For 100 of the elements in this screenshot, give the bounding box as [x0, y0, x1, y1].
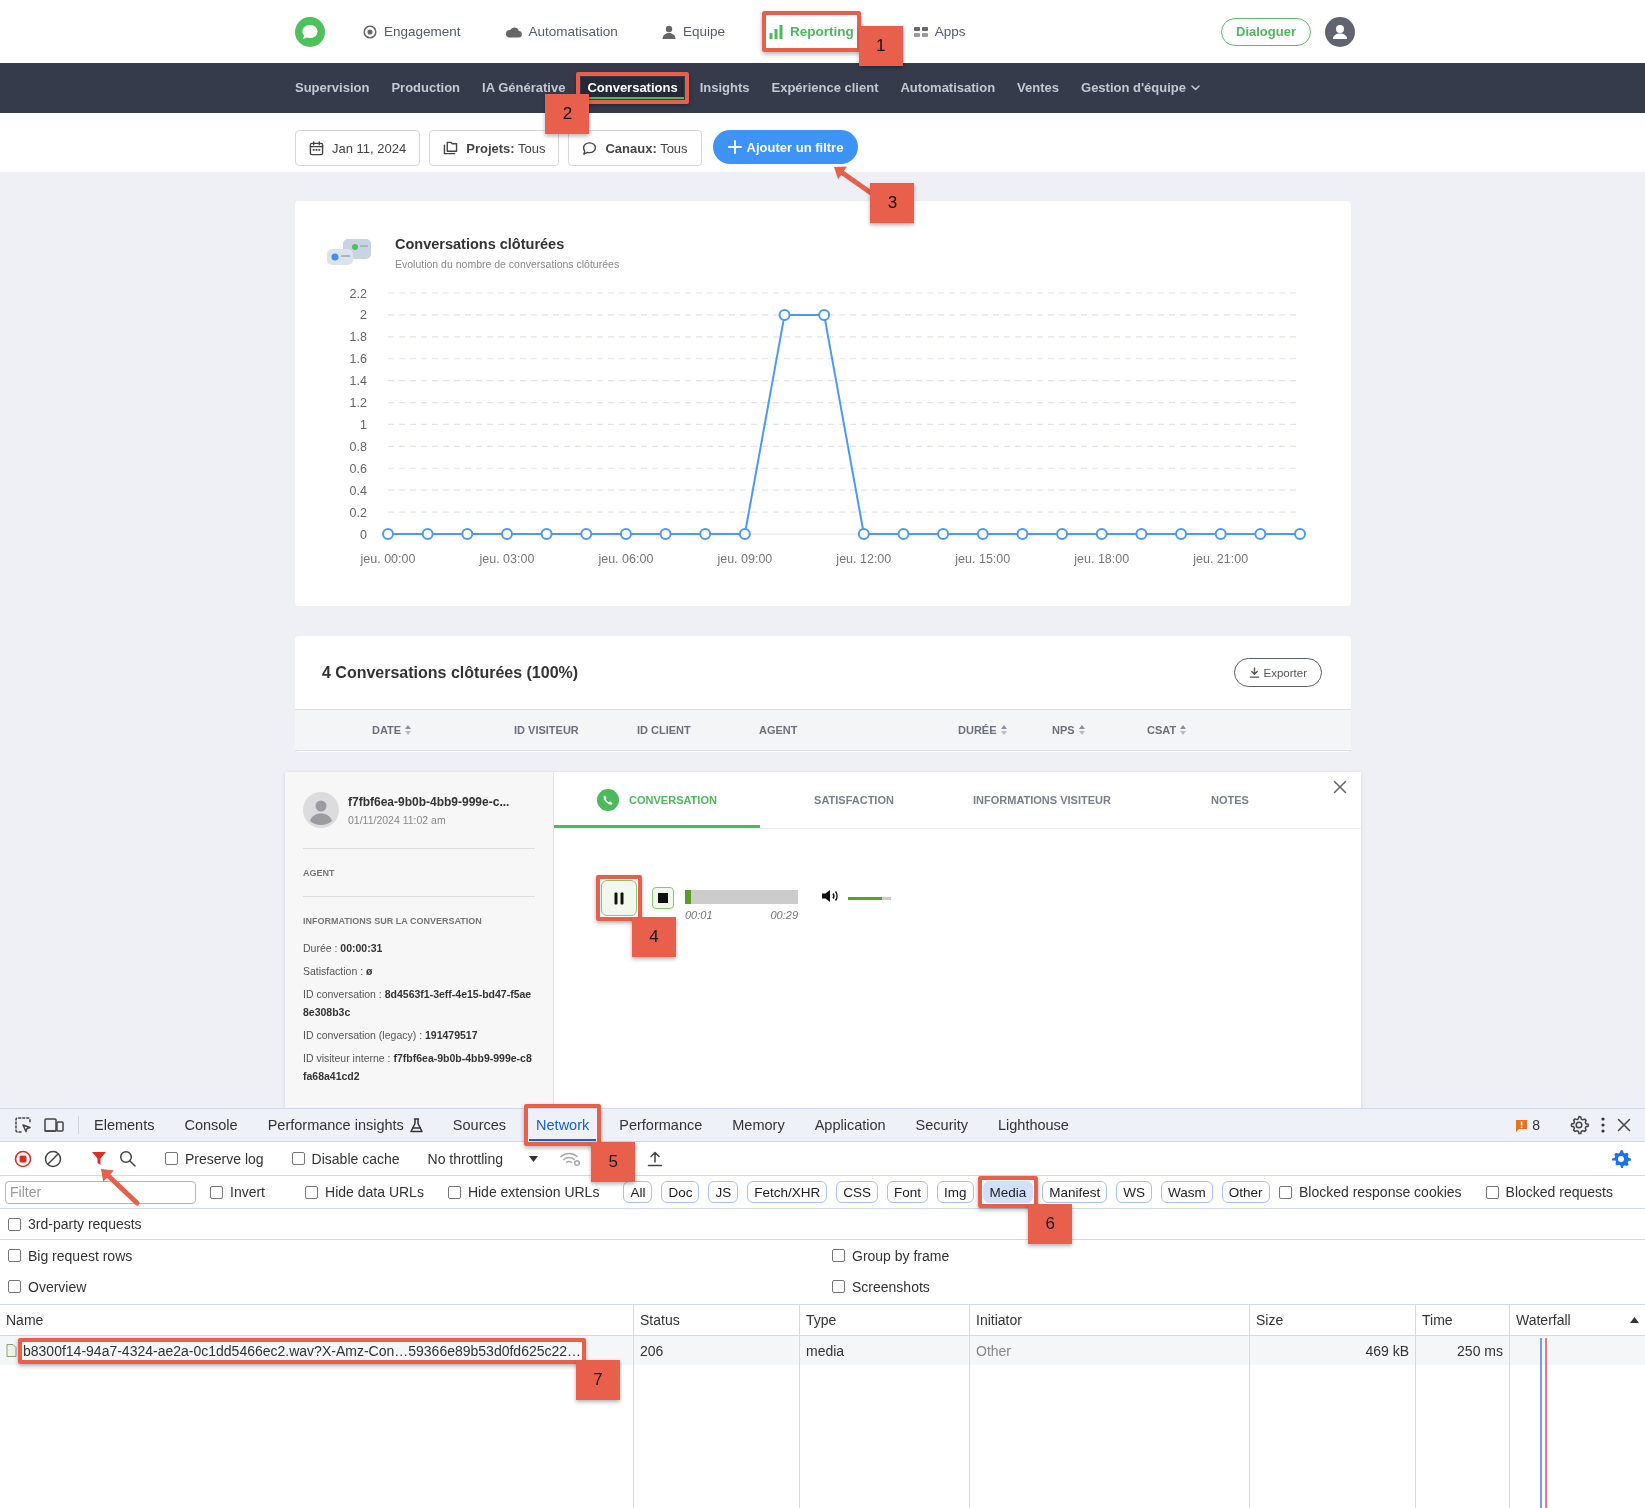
column-header[interactable]: Name	[6, 1312, 627, 1328]
column-header[interactable]: Waterfall	[1516, 1312, 1639, 1328]
type-filter[interactable]: Manifest	[1042, 1181, 1108, 1203]
column-header[interactable]: Time	[1422, 1312, 1503, 1328]
settings-icon[interactable]	[1611, 1148, 1631, 1169]
type-filter[interactable]: JS	[708, 1181, 739, 1203]
checkbox[interactable]	[305, 1185, 319, 1199]
nav-item[interactable]: Equipe	[659, 16, 727, 47]
nav-tab[interactable]: Gestion d'équipe	[1075, 77, 1207, 99]
type-filter[interactable]: WS	[1116, 1181, 1153, 1203]
devtools-tab[interactable]: Network	[529, 1109, 597, 1141]
sort-icon[interactable]	[1179, 724, 1188, 736]
filter-chip[interactable]: Projets: Tous	[429, 130, 560, 166]
issue-icon	[1515, 1118, 1529, 1132]
data-point	[1095, 528, 1108, 540]
settings-icon[interactable]	[1569, 1115, 1589, 1135]
record-icon[interactable]	[14, 1149, 32, 1168]
nav-tab[interactable]: Production	[385, 77, 467, 99]
devtools-tab[interactable]: Performance	[612, 1109, 710, 1141]
column-header[interactable]: DURÉE	[958, 724, 1008, 736]
type-filter[interactable]: Img	[937, 1181, 974, 1203]
filter-chip[interactable]: Canaux: Tous	[568, 130, 702, 166]
stop-button[interactable]	[652, 887, 674, 909]
devtools-tab[interactable]: Console	[177, 1109, 245, 1141]
column-header[interactable]: DATE	[372, 724, 413, 736]
checkbox[interactable]	[8, 1217, 21, 1231]
type-filter[interactable]: Fetch/XHR	[747, 1181, 828, 1203]
nav-tab[interactable]: Insights	[693, 77, 756, 99]
filter-field[interactable]: Filter	[5, 1180, 196, 1204]
devtools-tab[interactable]: Application	[807, 1109, 893, 1141]
devtools-tab[interactable]: Security	[908, 1109, 975, 1141]
column-header[interactable]: Initiator	[976, 1312, 1243, 1328]
sort-ascending-icon[interactable]	[1630, 1317, 1639, 1323]
type-filter[interactable]: Other	[1221, 1181, 1270, 1203]
data-point	[1175, 528, 1188, 540]
nav-tab[interactable]: Conversations	[581, 77, 684, 99]
type-filter[interactable]: Media	[982, 1181, 1034, 1203]
nav-item[interactable]: Apps	[911, 16, 968, 47]
devtools-tab[interactable]: Performance insights	[260, 1109, 430, 1141]
pause-button[interactable]	[601, 880, 637, 916]
type-filter[interactable]: Doc	[661, 1181, 700, 1203]
table-title: 4 Conversations clôturées (100%)	[322, 663, 579, 682]
calendar-icon	[309, 140, 324, 156]
search-icon[interactable]	[119, 1150, 136, 1167]
nav-item[interactable]: Engagement	[361, 16, 463, 47]
devtools-tab[interactable]: Memory	[725, 1109, 792, 1141]
devtools-tab[interactable]: Elements	[87, 1109, 162, 1141]
nav-tab[interactable]: Expérience client	[765, 77, 885, 99]
filter-chip[interactable]: Jan 11, 2024	[295, 130, 421, 166]
column-header[interactable]: Type	[806, 1312, 963, 1328]
column-header[interactable]: Size	[1256, 1312, 1409, 1328]
devtools-tab[interactable]: Sources	[445, 1109, 514, 1141]
volume-track[interactable]	[848, 897, 891, 900]
panel-tab[interactable]: INFORMATIONS VISITEUR	[948, 772, 1136, 828]
nav-item[interactable]: Automatisation	[502, 16, 620, 47]
devtools-tab[interactable]: Lighthouse	[990, 1109, 1076, 1141]
checkbox-label: Invert	[230, 1184, 265, 1200]
nav-tab[interactable]: Supervision	[289, 77, 376, 99]
sort-icon[interactable]	[1077, 724, 1086, 736]
checkbox[interactable]	[1278, 1185, 1292, 1199]
caret-icon[interactable]	[529, 1155, 538, 1162]
type-filter[interactable]: CSS	[836, 1181, 878, 1203]
issues-counter[interactable]: 8	[1515, 1117, 1540, 1133]
upload-icon[interactable]	[647, 1150, 663, 1167]
type-filter[interactable]: Font	[887, 1181, 928, 1203]
checkbox[interactable]	[447, 1185, 461, 1199]
column-header[interactable]: Status	[640, 1312, 793, 1328]
filter-icon[interactable]	[91, 1151, 107, 1166]
sort-icon[interactable]	[404, 724, 413, 736]
clear-icon[interactable]	[44, 1149, 62, 1168]
sort-icon[interactable]	[999, 724, 1008, 736]
checkbox[interactable]	[8, 1280, 21, 1293]
close-icon[interactable]	[1617, 1118, 1631, 1132]
target-icon	[363, 24, 377, 39]
checkbox[interactable]	[291, 1152, 305, 1165]
checkbox-label: Screenshots	[852, 1278, 930, 1295]
checkbox[interactable]	[832, 1280, 845, 1293]
column-header[interactable]: NPS	[1052, 724, 1086, 736]
checkbox[interactable]	[1485, 1185, 1499, 1199]
request-name[interactable]: b8300f14-94a7-4324-ae2a-0c1dd5466ec2.wav?X-Amz-Con…59366e89b53d0fd625c22…	[23, 1342, 582, 1359]
type-filter[interactable]: Wasm	[1161, 1181, 1213, 1203]
checkbox[interactable]	[210, 1185, 223, 1199]
close-icon[interactable]	[1333, 780, 1347, 794]
chevron-down-icon	[1189, 82, 1201, 93]
more-icon[interactable]	[1601, 1117, 1605, 1133]
checkbox[interactable]	[165, 1152, 178, 1165]
throttling-select[interactable]: No throttling	[427, 1150, 503, 1167]
avatar-icon[interactable]	[1325, 16, 1355, 47]
export-button[interactable]: Exporter	[1233, 658, 1322, 687]
nav-tab[interactable]: Automatisation	[894, 77, 1002, 99]
checkbox[interactable]	[832, 1249, 845, 1262]
speaker-icon[interactable]	[821, 889, 839, 903]
panel-tab[interactable]: SATISFACTION	[760, 772, 948, 828]
type-filter[interactable]: All	[623, 1181, 653, 1203]
progress-track[interactable]	[685, 890, 798, 904]
checkbox[interactable]	[8, 1249, 21, 1262]
column-header[interactable]: CSAT	[1147, 724, 1188, 736]
nav-tab[interactable]: Ventes	[1011, 77, 1066, 99]
panel-tab[interactable]: NOTES	[1136, 772, 1324, 828]
network-conditions-icon[interactable]	[560, 1150, 582, 1167]
